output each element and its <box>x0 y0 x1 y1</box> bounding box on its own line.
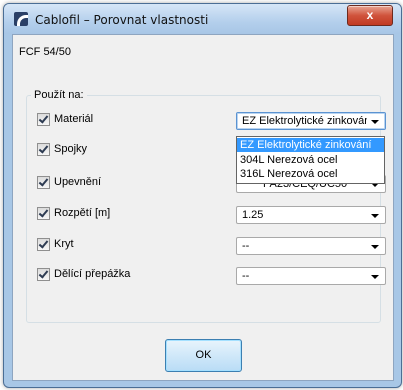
divider-combo[interactable]: -- <box>236 267 386 285</box>
chevron-down-icon[interactable] <box>371 275 379 279</box>
material-combo[interactable]: EZ Elektrolytické zinkování <box>236 112 386 130</box>
cablofil-app-icon <box>14 12 28 26</box>
chevron-down-icon[interactable] <box>371 245 379 249</box>
apply-to-group-label: Použít na: <box>31 89 87 101</box>
chevron-down-icon[interactable] <box>371 120 379 124</box>
dialog-window: Cablofil – Porovnat vlastnosti x FCF 54/… <box>3 3 402 388</box>
dialog-client-area: FCF 54/50 Použít na: Materiál EZ Elektro… <box>12 34 394 381</box>
span-label: Rozpětí [m] <box>54 207 111 219</box>
cover-combo[interactable]: -- <box>236 237 386 255</box>
cover-label: Kryt <box>54 238 74 250</box>
cover-checkbox[interactable] <box>37 238 50 251</box>
material-option[interactable]: EZ Elektrolytické zinkování <box>237 138 384 152</box>
material-option[interactable]: 304L Nerezová ocel <box>237 153 384 167</box>
span-checkbox[interactable] <box>37 207 50 220</box>
joints-checkbox[interactable] <box>37 143 50 156</box>
item-code-label: FCF 54/50 <box>19 46 71 58</box>
span-combo-value: 1.25 <box>242 209 264 221</box>
divider-label: Dělící přepážka <box>54 268 131 280</box>
window-title: Cablofil – Porovnat vlastnosti <box>35 13 209 27</box>
close-button[interactable]: x <box>347 5 393 26</box>
fixing-checkbox[interactable] <box>37 176 50 189</box>
fixing-label: Upevnění <box>54 176 102 188</box>
material-combo-value: EZ Elektrolytické zinkování <box>242 115 367 127</box>
title-bar[interactable]: Cablofil – Porovnat vlastnosti x <box>4 4 401 34</box>
material-dropdown-list: EZ Elektrolytické zinkování 304L Nerezov… <box>236 136 385 184</box>
divider-checkbox[interactable] <box>37 268 50 281</box>
chevron-down-icon[interactable] <box>371 214 379 218</box>
joints-label: Spojky <box>54 143 88 155</box>
material-label: Materiál <box>54 113 94 125</box>
cover-combo-value: -- <box>242 240 250 252</box>
span-combo[interactable]: 1.25 <box>236 206 386 224</box>
material-option[interactable]: 316L Nerezová ocel <box>237 167 384 181</box>
ok-button[interactable]: OK <box>165 339 242 372</box>
material-checkbox[interactable] <box>37 113 50 126</box>
divider-combo-value: -- <box>242 270 250 282</box>
